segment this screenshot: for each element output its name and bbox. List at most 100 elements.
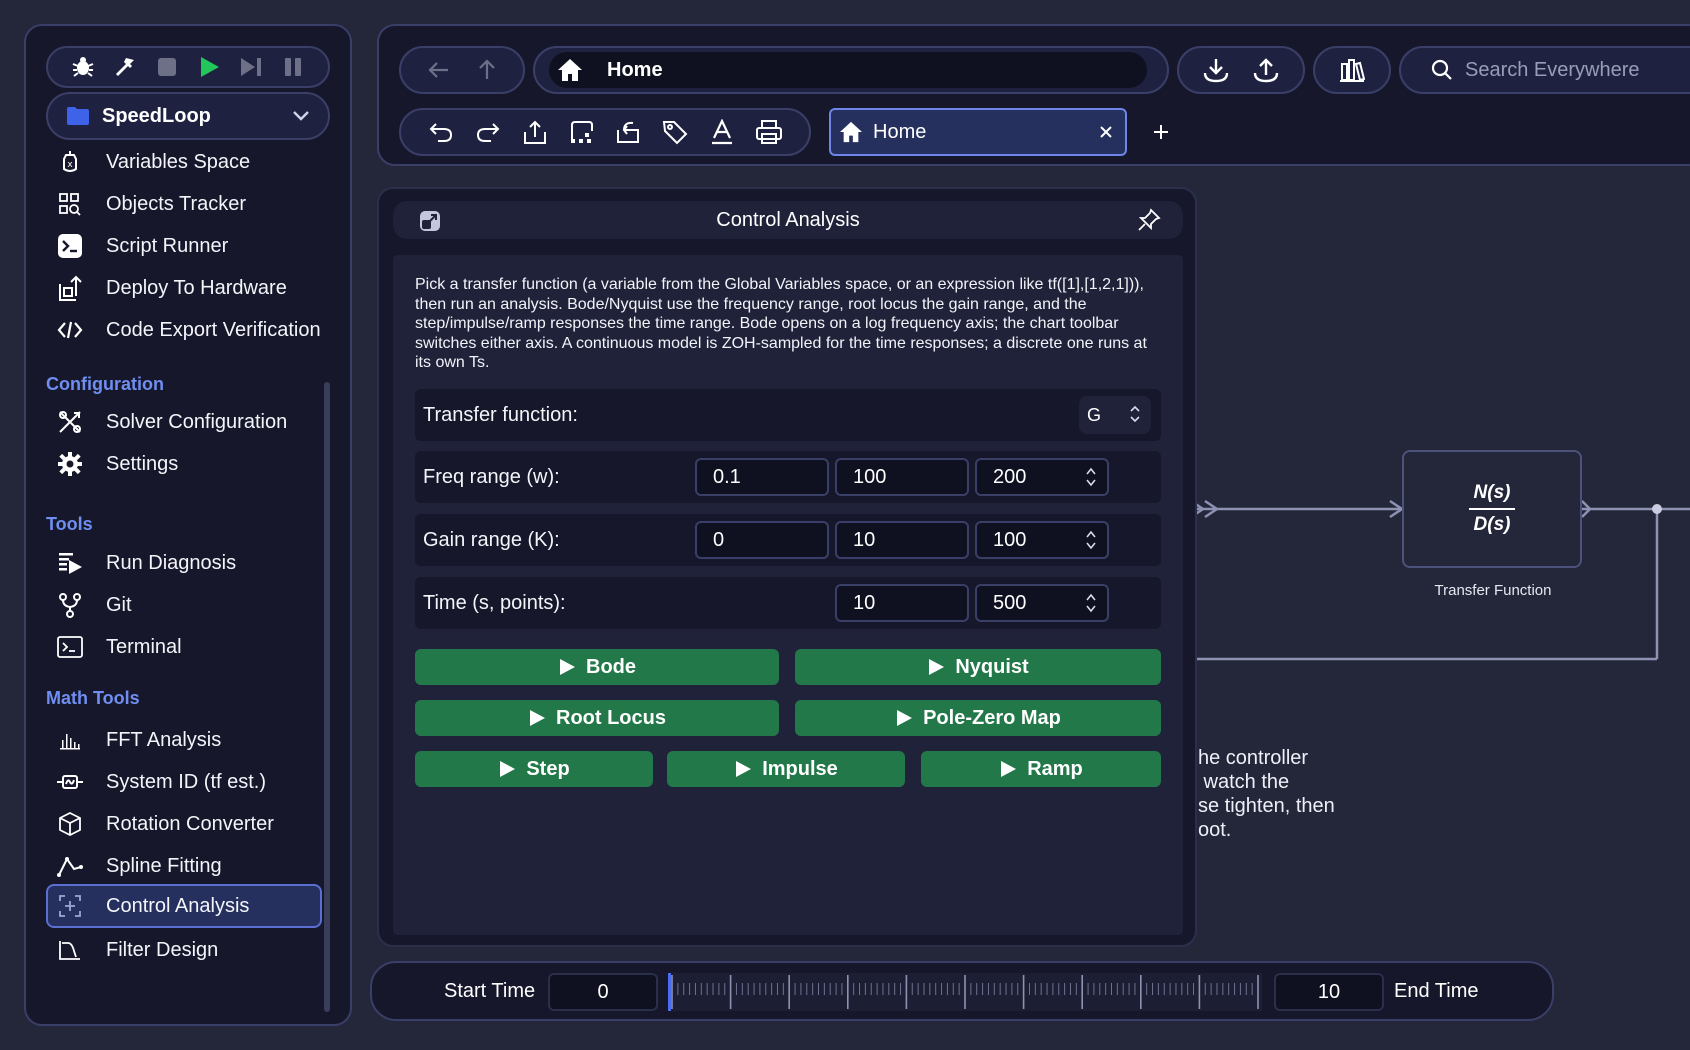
freq-max-field[interactable]: 100 — [835, 458, 969, 496]
system-id-icon — [56, 768, 84, 796]
gain-points-field[interactable]: 100 — [975, 521, 1109, 559]
sidebar-item-objects-tracker[interactable]: Objects Tracker — [46, 182, 322, 226]
start-time-field[interactable]: 0 — [548, 973, 658, 1011]
sidebar-item-filter-design[interactable]: Filter Design — [46, 928, 322, 972]
time-cursor[interactable] — [668, 973, 671, 1011]
download-icon[interactable] — [1203, 57, 1229, 83]
sidebar-item-git[interactable]: Git — [46, 583, 322, 627]
tf-select-value: G — [1087, 404, 1102, 425]
upload-icon[interactable] — [1253, 57, 1279, 83]
sidebar-item-label: Settings — [106, 452, 179, 475]
close-icon[interactable] — [1099, 125, 1113, 139]
tab-home[interactable]: Home — [829, 108, 1127, 156]
time-end-field[interactable]: 10 — [835, 584, 969, 622]
impulse-button[interactable]: Impulse — [667, 751, 905, 787]
root-locus-button[interactable]: Root Locus — [415, 700, 779, 736]
freq-points-field[interactable]: 200 — [975, 458, 1109, 496]
sidebar-item-run-diagnosis[interactable]: Run Diagnosis — [46, 541, 322, 585]
updown-chevron-icon[interactable] — [1085, 592, 1097, 614]
run-play-icon[interactable] — [196, 54, 222, 80]
sidebar-item-fft-analysis[interactable]: FFT Analysis — [46, 718, 322, 762]
step-button-label: Step — [526, 757, 570, 780]
panel-header: Control Analysis — [393, 201, 1183, 239]
gain-max-field[interactable]: 10 — [835, 521, 969, 559]
address-bar[interactable]: Home — [533, 46, 1169, 94]
filter-icon — [56, 936, 84, 964]
svg-text:x: x — [67, 160, 73, 170]
tag-icon[interactable] — [660, 117, 690, 147]
import-icon[interactable] — [520, 117, 550, 147]
sidebar-item-solver-configuration[interactable]: Solver Configuration — [46, 400, 322, 444]
text-format-icon[interactable] — [707, 117, 737, 147]
annotation-line: se tighten, then — [1198, 795, 1335, 817]
library-button[interactable] — [1313, 46, 1391, 94]
project-selector[interactable]: SpeedLoop — [46, 92, 330, 140]
sidebar-item-label: Code Export Verification — [106, 318, 321, 341]
sidebar-item-settings[interactable]: Settings — [46, 442, 322, 486]
fft-icon — [56, 726, 84, 754]
updown-chevron-icon — [1129, 404, 1141, 424]
step-button[interactable]: Step — [415, 751, 653, 787]
print-icon[interactable] — [754, 117, 784, 147]
play-icon — [999, 759, 1017, 779]
play-icon — [734, 759, 752, 779]
time-points-field[interactable]: 500 — [975, 584, 1109, 622]
sidebar-item-system-id[interactable]: System ID (tf est.) — [46, 760, 322, 804]
step-forward-icon[interactable] — [238, 54, 264, 80]
tf-select[interactable]: G — [1079, 396, 1151, 434]
sidebar-item-deploy-to-hardware[interactable]: Deploy To Hardware — [46, 266, 322, 310]
pin-icon[interactable] — [1137, 208, 1161, 232]
deploy-icon — [56, 274, 84, 302]
sidebar-item-terminal[interactable]: Terminal — [46, 625, 322, 669]
sidebar-item-label: Solver Configuration — [106, 410, 288, 433]
add-block-icon[interactable] — [567, 117, 597, 147]
end-time-field[interactable]: 10 — [1274, 973, 1384, 1011]
redo-icon[interactable] — [473, 117, 503, 147]
sidebar-item-label: Terminal — [106, 635, 182, 658]
gain-min-field[interactable]: 0 — [695, 521, 829, 559]
nyquist-button[interactable]: Nyquist — [795, 649, 1161, 685]
pole-zero-map-button[interactable]: Pole-Zero Map — [795, 700, 1161, 736]
start-time-label: Start Time — [444, 980, 536, 1002]
debug-bug-icon[interactable] — [70, 54, 96, 80]
sidebar-scrollbar[interactable] — [324, 382, 330, 1012]
gear-icon — [56, 450, 84, 478]
git-icon — [56, 591, 84, 619]
pole-zero-button-label: Pole-Zero Map — [923, 706, 1061, 729]
terminal-icon — [56, 633, 84, 661]
sidebar-item-variables-space[interactable]: x Variables Space — [46, 140, 322, 184]
build-hammer-icon[interactable] — [112, 54, 138, 80]
updown-chevron-icon[interactable] — [1085, 466, 1097, 488]
sidebar-item-label: Objects Tracker — [106, 192, 247, 215]
undo-icon[interactable] — [426, 117, 456, 147]
sidebar-item-label: System ID (tf est.) — [106, 770, 267, 793]
sidebar-item-spline-fitting[interactable]: Spline Fitting — [46, 844, 322, 888]
rotate-icon[interactable] — [613, 117, 643, 147]
freq-min-field[interactable]: 0.1 — [695, 458, 829, 496]
sidebar-item-control-analysis[interactable]: Control Analysis — [46, 884, 322, 928]
add-tab-icon[interactable] — [1147, 118, 1175, 146]
popout-icon[interactable] — [419, 210, 441, 232]
tab-label: Home — [873, 120, 927, 143]
sidebar-item-code-export-verification[interactable]: Code Export Verification — [46, 308, 322, 352]
simulation-time-bar: Start Time 0 10 End Time — [370, 961, 1554, 1021]
sidebar-item-label: Script Runner — [106, 234, 229, 257]
sidebar-item-label: Rotation Converter — [106, 812, 274, 835]
pause-icon[interactable] — [280, 54, 306, 80]
bode-button[interactable]: Bode — [415, 649, 779, 685]
sidebar-item-script-runner[interactable]: Script Runner — [46, 224, 322, 268]
sidebar-item-rotation-converter[interactable]: Rotation Converter — [46, 802, 322, 846]
annotation-line: he controller — [1198, 747, 1309, 769]
back-arrow-icon[interactable] — [428, 61, 450, 79]
search-bar[interactable]: Search Everywhere — [1399, 46, 1690, 94]
updown-chevron-icon[interactable] — [1085, 529, 1097, 551]
time-ruler-slider[interactable] — [668, 973, 1262, 1011]
time-label: Time (s, points): — [423, 591, 566, 614]
chevron-down-icon — [292, 110, 310, 122]
fraction-line — [1469, 508, 1515, 510]
home-icon — [557, 58, 583, 82]
transfer-function-block[interactable]: N(s) D(s) — [1402, 450, 1582, 568]
stop-icon[interactable] — [154, 54, 180, 80]
up-arrow-icon[interactable] — [478, 59, 496, 81]
ramp-button[interactable]: Ramp — [921, 751, 1161, 787]
